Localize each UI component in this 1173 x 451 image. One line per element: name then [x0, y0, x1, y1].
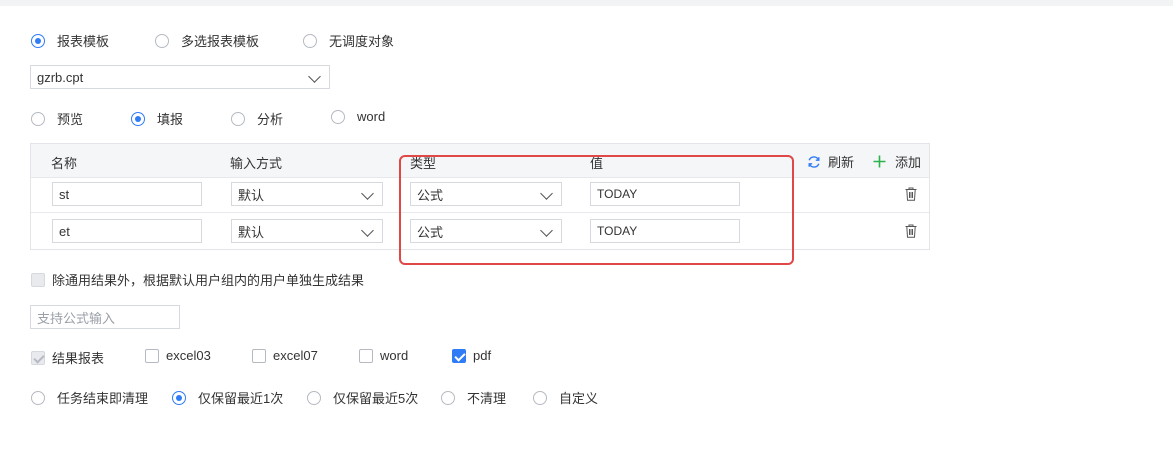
checkbox[interactable] — [31, 272, 45, 287]
checkbox-excel07[interactable]: excel07 — [252, 348, 318, 363]
radio-dot[interactable] — [155, 33, 169, 48]
checkbox-label: word — [380, 348, 409, 363]
radio-label: 无调度对象 — [329, 34, 395, 49]
checkbox-label: excel07 — [273, 348, 318, 363]
radio-no-schedule-object[interactable]: 无调度对象 — [303, 31, 394, 50]
radio-analysis[interactable]: 分析 — [231, 109, 283, 128]
radio-multi-report-template[interactable]: 多选报表模板 — [155, 31, 259, 50]
checkbox-label: 结果报表 — [52, 351, 105, 366]
radio-dot[interactable] — [533, 390, 547, 405]
radio-label: 自定义 — [559, 391, 599, 406]
chevron-down-icon — [308, 70, 321, 83]
plus-icon — [873, 155, 886, 168]
radio-dot[interactable] — [31, 111, 45, 126]
add-label: 添加 — [895, 155, 922, 170]
refresh-icon — [808, 155, 820, 168]
checkbox[interactable] — [145, 348, 159, 363]
radio-dot[interactable] — [31, 33, 45, 48]
radio-label: 不清理 — [467, 391, 507, 406]
radio-dot[interactable] — [303, 33, 317, 48]
checkbox-label: 除通用结果外，根据默认用户组内的用户单独生成结果 — [52, 273, 365, 288]
radio-preview[interactable]: 预览 — [31, 109, 83, 128]
radio-label: 分析 — [257, 112, 284, 127]
top-bar — [0, 0, 1173, 6]
checkbox-word[interactable]: word — [359, 348, 408, 363]
radio-fill[interactable]: 填报 — [131, 109, 183, 128]
input-mode-value: 默认 — [238, 224, 265, 240]
radio-label: word — [357, 109, 386, 124]
radio-dot[interactable] — [231, 111, 245, 126]
checkbox[interactable] — [452, 348, 466, 363]
radio-label: 填报 — [157, 112, 184, 127]
checkbox[interactable] — [252, 348, 266, 363]
formula-input[interactable]: 支持公式输入 — [30, 305, 180, 329]
radio-dot[interactable] — [172, 390, 186, 405]
checkbox-result-report[interactable]: 结果报表 — [31, 348, 104, 367]
header-input-mode: 输入方式 — [230, 156, 283, 171]
param-name-input[interactable]: et — [52, 219, 202, 243]
radio-label: 仅保留最近5次 — [333, 391, 419, 406]
radio-dot[interactable] — [441, 390, 455, 405]
radio-label: 预览 — [57, 112, 84, 127]
param-name-input[interactable]: st — [52, 182, 202, 206]
radio-label: 多选报表模板 — [181, 34, 260, 49]
input-mode-select[interactable]: 默认 — [231, 182, 383, 206]
param-name-value: et — [59, 223, 70, 239]
refresh-button[interactable]: 刷新 — [807, 152, 854, 171]
radio-dot[interactable] — [31, 390, 45, 405]
checkbox-label: pdf — [473, 348, 492, 363]
radio-word[interactable]: word — [331, 109, 385, 124]
radio-no-clean[interactable]: 不清理 — [441, 388, 506, 407]
radio-custom[interactable]: 自定义 — [533, 388, 598, 407]
checkbox[interactable] — [31, 350, 45, 365]
refresh-label: 刷新 — [828, 155, 855, 170]
template-file-select[interactable]: gzrb.cpt — [30, 65, 330, 89]
radio-report-template[interactable]: 报表模板 — [31, 31, 109, 50]
radio-label: 任务结束即清理 — [57, 391, 149, 406]
chevron-down-icon — [361, 187, 374, 200]
chevron-down-icon — [361, 224, 374, 237]
highlight-box — [399, 155, 794, 265]
checkbox-pdf[interactable]: pdf — [452, 348, 491, 363]
input-mode-select[interactable]: 默认 — [231, 219, 383, 243]
radio-dot[interactable] — [331, 109, 345, 124]
checkbox[interactable] — [359, 348, 373, 363]
per-user-result-checkbox[interactable]: 除通用结果外，根据默认用户组内的用户单独生成结果 — [31, 270, 364, 289]
template-file-value: gzrb.cpt — [37, 69, 84, 85]
radio-dot[interactable] — [307, 390, 321, 405]
param-name-value: st — [59, 186, 70, 202]
radio-dot[interactable] — [131, 111, 145, 126]
radio-keep-last-5[interactable]: 仅保留最近5次 — [307, 388, 418, 407]
formula-placeholder: 支持公式输入 — [37, 310, 116, 326]
input-mode-value: 默认 — [238, 187, 265, 203]
checkbox-label: excel03 — [166, 348, 211, 363]
radio-clean-on-finish[interactable]: 任务结束即清理 — [31, 388, 148, 407]
trash-icon[interactable] — [905, 224, 917, 238]
header-name: 名称 — [51, 156, 78, 171]
add-button[interactable]: 添加 — [873, 152, 921, 171]
radio-label: 仅保留最近1次 — [198, 391, 284, 406]
radio-label: 报表模板 — [57, 34, 110, 49]
checkbox-excel03[interactable]: excel03 — [145, 348, 211, 363]
radio-keep-last-1[interactable]: 仅保留最近1次 — [172, 388, 283, 407]
trash-icon[interactable] — [905, 187, 917, 201]
